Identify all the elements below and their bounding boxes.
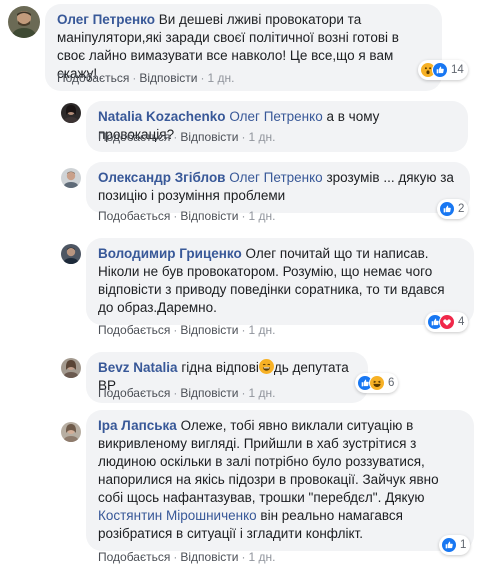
separator: · — [241, 130, 246, 144]
timestamp[interactable]: 1 дн. — [248, 550, 275, 564]
reply-button[interactable]: Відповісти — [180, 323, 238, 337]
reply-button[interactable]: Відповісти — [180, 550, 238, 564]
author-name[interactable]: Іра Лапська — [98, 418, 177, 433]
comment-text: гідна відпові — [181, 360, 259, 375]
author-name[interactable]: Bevz Natalia — [98, 360, 178, 375]
reaction-count: 2 — [458, 203, 465, 215]
reply-button[interactable]: Відповісти — [180, 130, 238, 144]
reply-button[interactable]: Відповісти — [180, 386, 238, 400]
avatar[interactable] — [61, 358, 81, 378]
separator: · — [200, 71, 205, 85]
author-name[interactable]: Natalia Kozachenko — [98, 109, 226, 124]
comment-bubble: Іра Лапська Олеже, тобі явно виклали сит… — [86, 410, 474, 551]
comment-actions: Подобається · Відповісти · 1 дн. — [98, 130, 275, 144]
avatar[interactable] — [61, 168, 81, 188]
comment-bubble: Natalia Kozachenko Олег Петренко а в чом… — [86, 101, 468, 152]
timestamp[interactable]: 1 дн. — [248, 386, 275, 400]
like-button[interactable]: Подобається — [57, 71, 129, 85]
reaction-summary[interactable]: 2 — [437, 199, 469, 219]
mention-link[interactable]: Олег Петренко — [229, 170, 322, 185]
comment-bubble: Володимир Гриценко Олег почитай що ти на… — [86, 238, 474, 325]
mention-link[interactable]: Костянтин Мірошниченко — [98, 508, 257, 523]
author-name[interactable]: Володимир Гриценко — [98, 246, 242, 261]
timestamp[interactable]: 1 дн. — [207, 71, 234, 85]
comment-bubble: Олександр Згіблов Олег Петренко зрозумів… — [86, 162, 470, 213]
reaction-summary[interactable]: 14 — [418, 60, 468, 80]
mention-link[interactable]: Олег Петренко — [229, 109, 322, 124]
timestamp[interactable]: 1 дн. — [248, 209, 275, 223]
timestamp[interactable]: 1 дн. — [248, 323, 275, 337]
comment-actions: Подобається · Відповісти · 1 дн. — [98, 209, 275, 223]
separator: · — [241, 550, 246, 564]
like-button[interactable]: Подобається — [98, 130, 170, 144]
separator: · — [241, 323, 246, 337]
separator: · — [173, 386, 178, 400]
separator: · — [241, 209, 246, 223]
reaction-count: 14 — [451, 64, 464, 76]
comment-actions: Подобається · Відповісти · 1 дн. — [98, 386, 275, 400]
love-icon — [439, 314, 455, 330]
separator: · — [132, 71, 137, 85]
comment-actions: Подобається · Відповісти · 1 дн. — [98, 323, 275, 337]
like-button[interactable]: Подобається — [98, 550, 170, 564]
reply-button[interactable]: Відповісти — [180, 209, 238, 223]
haha-icon — [369, 375, 385, 391]
author-name[interactable]: Олег Петренко — [57, 12, 155, 27]
separator: · — [173, 130, 178, 144]
like-icon — [432, 62, 448, 78]
author-name[interactable]: Олександр Згіблов — [98, 170, 226, 185]
like-button[interactable]: Подобається — [98, 323, 170, 337]
comment-actions: Подобається · Відповісти · 1 дн. — [98, 550, 275, 564]
reaction-count: 6 — [388, 377, 395, 389]
separator: · — [173, 323, 178, 337]
avatar[interactable] — [61, 103, 81, 123]
avatar[interactable] — [8, 6, 40, 38]
reaction-count: 4 — [458, 316, 465, 328]
like-icon — [441, 537, 457, 553]
like-button[interactable]: Подобається — [98, 386, 170, 400]
separator: · — [173, 209, 178, 223]
avatar[interactable] — [61, 244, 81, 264]
reaction-summary[interactable]: 1 — [439, 535, 471, 555]
comment-actions: Подобається · Відповісти · 1 дн. — [57, 71, 234, 85]
reaction-summary[interactable]: 4 — [425, 312, 469, 332]
reaction-summary[interactable]: 6 — [355, 373, 399, 393]
like-button[interactable]: Подобається — [98, 209, 170, 223]
grinning-emoji-icon — [258, 359, 274, 374]
reaction-count: 1 — [460, 539, 467, 551]
timestamp[interactable]: 1 дн. — [248, 130, 275, 144]
like-icon — [439, 201, 455, 217]
avatar[interactable] — [61, 422, 81, 442]
separator: · — [173, 550, 178, 564]
reply-button[interactable]: Відповісти — [139, 71, 197, 85]
separator: · — [241, 386, 246, 400]
